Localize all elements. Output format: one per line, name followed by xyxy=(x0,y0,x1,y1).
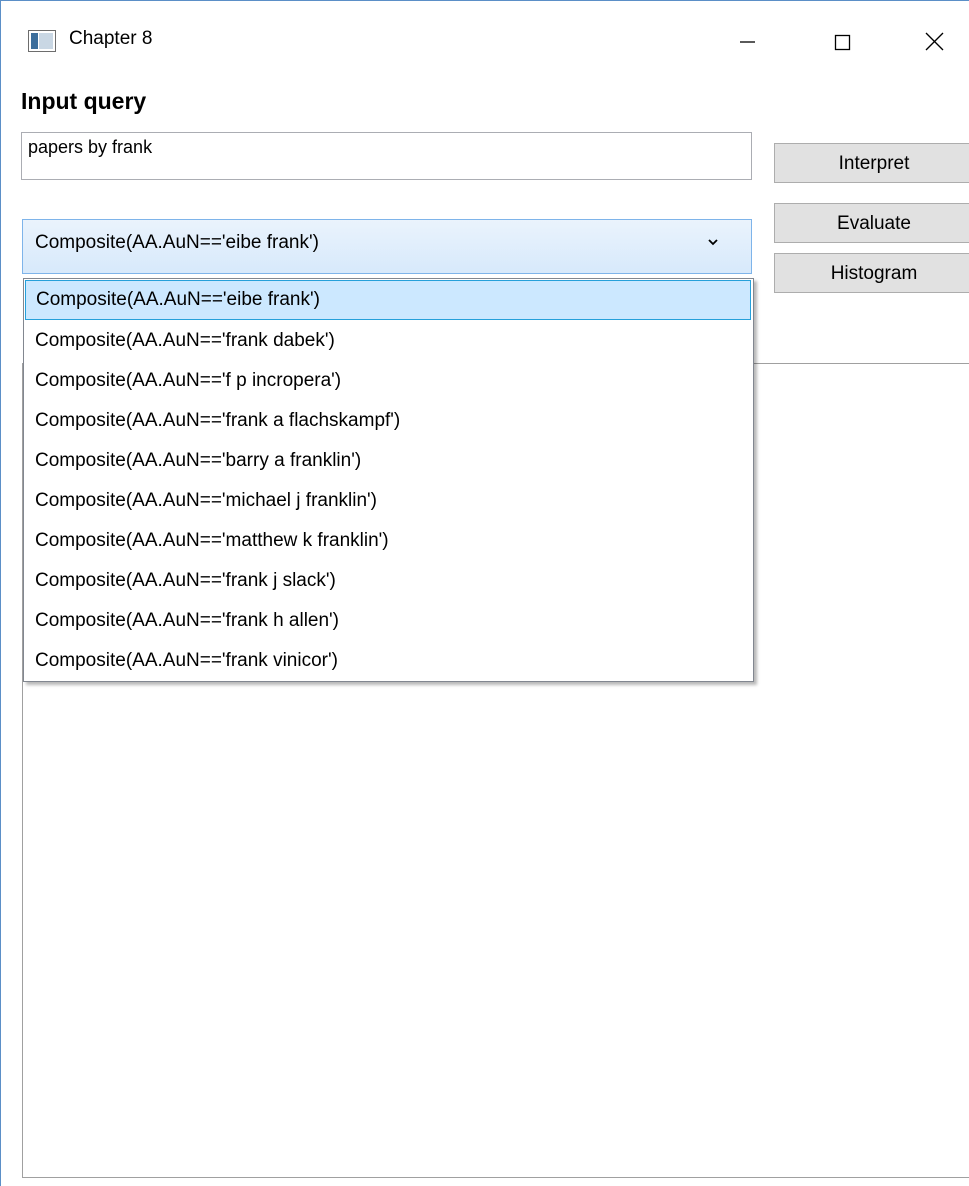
minimize-button[interactable] xyxy=(719,15,775,67)
input-query-heading: Input query xyxy=(21,88,147,114)
chevron-down-icon[interactable] xyxy=(707,237,719,247)
dropdown-item[interactable]: Composite(AA.AuN=='frank a flachskampf') xyxy=(24,401,753,441)
query-input[interactable]: papers by frank xyxy=(21,132,752,180)
maximize-button[interactable] xyxy=(813,15,869,67)
dropdown-item[interactable]: Composite(AA.AuN=='eibe frank') xyxy=(25,280,751,320)
interpretation-combobox[interactable]: Composite(AA.AuN=='eibe frank') xyxy=(22,219,752,274)
combobox-dropdown-list[interactable]: Composite(AA.AuN=='eibe frank') Composit… xyxy=(23,278,754,682)
window-title: Chapter 8 xyxy=(69,28,153,49)
dropdown-item[interactable]: Composite(AA.AuN=='frank h allen') xyxy=(24,601,753,641)
histogram-button[interactable]: Histogram xyxy=(774,253,969,293)
evaluate-button[interactable]: Evaluate xyxy=(774,203,969,243)
dropdown-item[interactable]: Composite(AA.AuN=='michael j franklin') xyxy=(24,481,753,521)
combobox-selected-value: Composite(AA.AuN=='eibe frank') xyxy=(35,232,319,253)
app-window: Chapter 8 Input query papers by frank In… xyxy=(0,0,969,1186)
dropdown-item[interactable]: Composite(AA.AuN=='barry a franklin') xyxy=(24,441,753,481)
dropdown-item[interactable]: Composite(AA.AuN=='matthew k franklin') xyxy=(24,521,753,561)
title-bar[interactable]: Chapter 8 xyxy=(1,1,969,83)
interpret-button[interactable]: Interpret xyxy=(774,143,969,183)
close-button[interactable] xyxy=(906,15,962,67)
dropdown-item[interactable]: Composite(AA.AuN=='frank j slack') xyxy=(24,561,753,601)
minimize-icon xyxy=(740,41,755,43)
dropdown-item[interactable]: Composite(AA.AuN=='frank vinicor') xyxy=(24,641,753,681)
dropdown-item[interactable]: Composite(AA.AuN=='frank dabek') xyxy=(24,321,753,361)
maximize-icon xyxy=(834,34,851,51)
dropdown-item[interactable]: Composite(AA.AuN=='f p incropera') xyxy=(24,361,753,401)
app-window-icon xyxy=(28,30,56,52)
close-icon xyxy=(925,32,944,51)
